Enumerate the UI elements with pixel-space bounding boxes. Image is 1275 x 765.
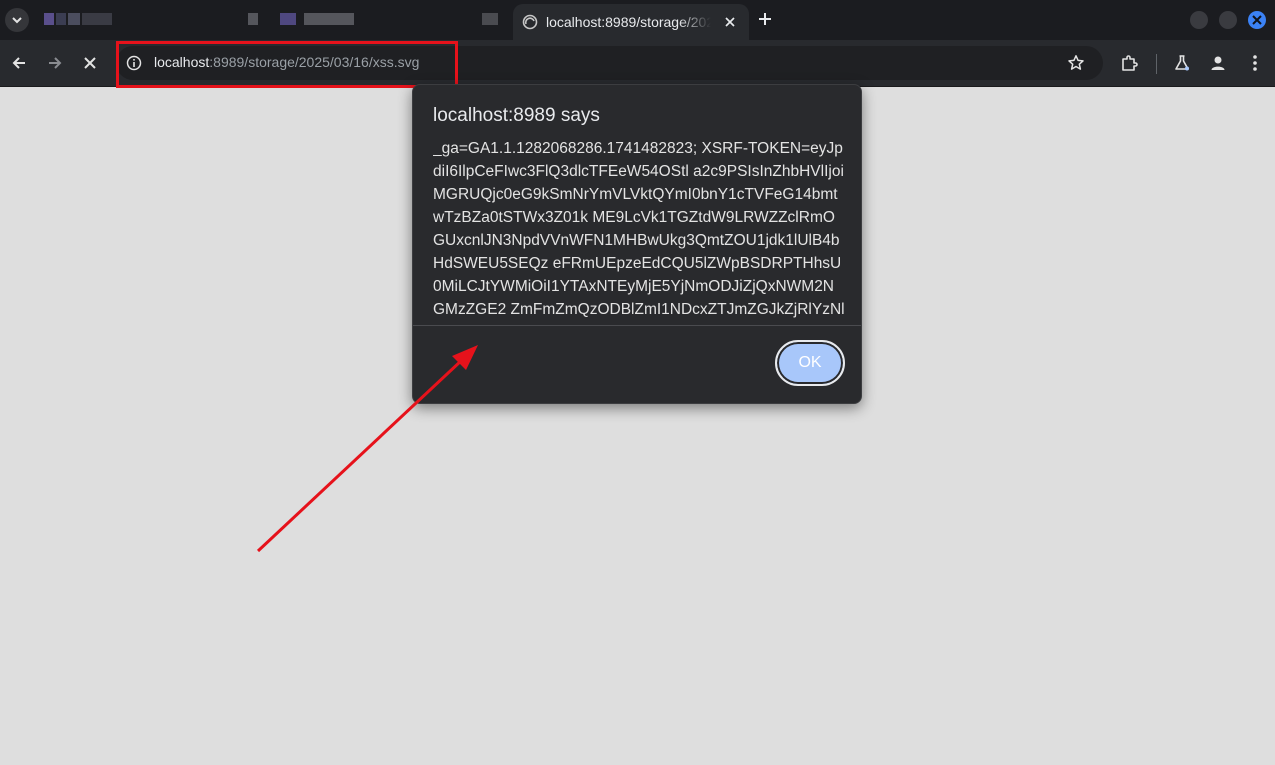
plus-icon <box>759 13 771 25</box>
tab-title: localhost:8989/storage/2025/03/16/xss.sv… <box>546 14 711 30</box>
profile-icon <box>1211 56 1225 70</box>
stop-button[interactable] <box>78 51 102 75</box>
tab-blurred-3[interactable] <box>482 12 500 26</box>
minimize-button[interactable] <box>1190 11 1208 29</box>
menu-button[interactable] <box>1243 51 1267 75</box>
dialog-divider <box>413 325 861 326</box>
chevron-down-icon <box>12 17 22 24</box>
extensions-button[interactable] <box>1117 51 1141 75</box>
close-window-button[interactable] <box>1248 11 1266 29</box>
maximize-button[interactable] <box>1219 11 1237 29</box>
dialog-message: _ga=GA1.1.1282068286.1741482823; XSRF-TO… <box>433 140 845 325</box>
tab-blurred-2[interactable] <box>248 12 358 26</box>
dialog-title: localhost:8989 says <box>433 105 600 126</box>
back-button[interactable] <box>7 51 31 75</box>
url-highlight-annotation <box>116 41 458 88</box>
labs-button[interactable] <box>1170 51 1194 75</box>
close-icon <box>1252 15 1262 25</box>
stop-loading-icon <box>84 57 96 69</box>
tab-close-icon[interactable] <box>721 13 739 31</box>
tab-blurred-1[interactable] <box>44 12 114 26</box>
toolbar-separator <box>1156 54 1157 74</box>
alert-dialog: localhost:8989 says _ga=GA1.1.1282068286… <box>412 84 862 404</box>
extensions-icon <box>1122 55 1138 71</box>
menu-kebab-icon <box>1253 55 1257 71</box>
tab-strip: localhost:8989/storage/2025/03/16/xss.sv… <box>0 0 1275 40</box>
profile-button[interactable] <box>1206 51 1230 75</box>
labs-flask-icon <box>1175 55 1189 71</box>
bookmark-star-icon[interactable] <box>1067 54 1085 72</box>
tab-active[interactable]: localhost:8989/storage/2025/03/16/xss.sv… <box>513 4 749 40</box>
ok-button[interactable]: OK <box>775 340 845 386</box>
forward-arrow-icon <box>49 57 62 69</box>
back-arrow-icon <box>12 57 25 69</box>
favicon-icon <box>522 14 538 30</box>
new-tab-button[interactable] <box>754 8 776 30</box>
tab-search-button[interactable] <box>5 8 29 32</box>
forward-button[interactable] <box>43 51 67 75</box>
